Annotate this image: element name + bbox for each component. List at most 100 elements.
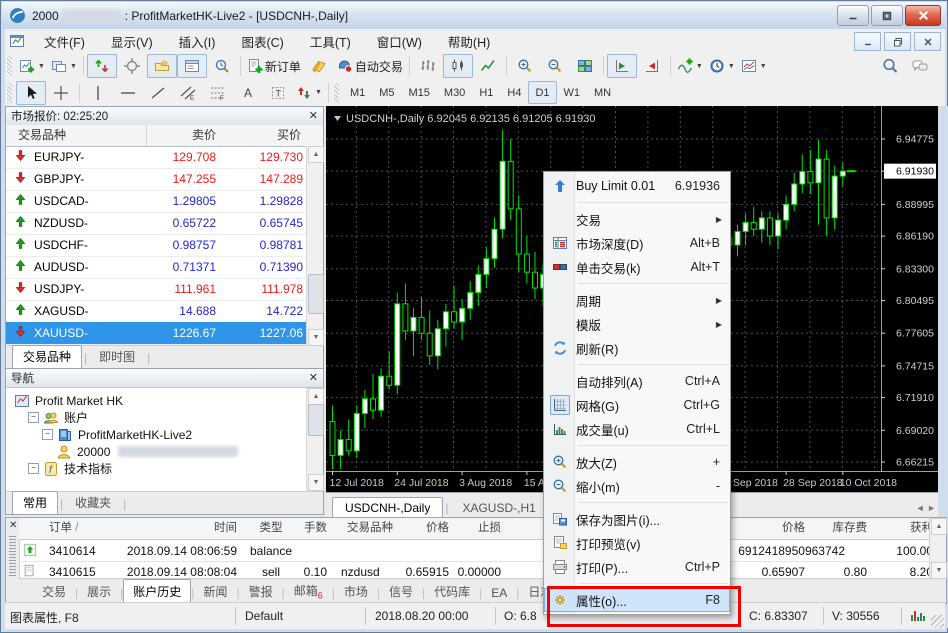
child-minimize-button[interactable] bbox=[854, 32, 881, 51]
terminal-tab-展示[interactable]: 展示 bbox=[78, 580, 120, 603]
market-watch-row-XAGUSD-[interactable]: XAGUSD- 14.688 14.722 bbox=[6, 300, 306, 323]
new-order-button[interactable]: 新订单 bbox=[244, 54, 304, 78]
menu-3[interactable]: 图表(C) bbox=[228, 28, 296, 55]
context-menu-item-14[interactable]: 放大(Z)+ bbox=[544, 450, 730, 474]
market-watch-row-AUDUSD-[interactable]: AUDUSD- 0.71371 0.71390 bbox=[6, 256, 306, 279]
zoom-in-button[interactable] bbox=[510, 54, 540, 78]
minimize-button[interactable] bbox=[837, 5, 869, 26]
candles-button[interactable] bbox=[443, 54, 473, 78]
period-button-H4[interactable]: H4 bbox=[500, 81, 528, 104]
arrows-button[interactable]: ▼ bbox=[293, 81, 325, 105]
autoscroll-button[interactable] bbox=[607, 54, 637, 78]
chat-button[interactable] bbox=[905, 54, 935, 78]
indicators-button[interactable]: ▼ bbox=[674, 54, 706, 78]
terminal-column-order[interactable]: 订单 / bbox=[49, 518, 109, 539]
nav-tree-item-1[interactable]: − 账户 bbox=[6, 409, 291, 426]
scroll-up-icon[interactable]: ▲ bbox=[308, 146, 324, 163]
context-menu-item-11[interactable]: 网格(G)Ctrl+G bbox=[544, 393, 730, 417]
scroll-up-icon[interactable]: ▲ bbox=[308, 388, 324, 405]
market-watch-button[interactable] bbox=[87, 54, 117, 78]
nav-tree-item-2[interactable]: − ProfitMarketHK-Live2 bbox=[6, 426, 291, 443]
terminal-tab-市场[interactable]: 市场 bbox=[335, 580, 377, 603]
terminal-tab-警报[interactable]: 警报 bbox=[240, 580, 282, 603]
collapse-icon[interactable]: − bbox=[28, 412, 39, 423]
terminal-tab-账户历史[interactable]: 账户历史 bbox=[123, 579, 191, 603]
cursor-button[interactable] bbox=[16, 81, 46, 105]
terminal-column-lots[interactable]: 手数 bbox=[293, 518, 327, 539]
terminal-tab-信号[interactable]: 信号 bbox=[380, 580, 422, 603]
child-restore-button[interactable] bbox=[884, 32, 911, 51]
market-watch-row-XAUUSD-[interactable]: XAUUSD- 1226.67 1227.06 bbox=[6, 322, 306, 345]
context-menu-item-19[interactable]: 打印(P)...Ctrl+P bbox=[544, 555, 730, 579]
period-button-W1[interactable]: W1 bbox=[557, 81, 588, 104]
market-watch-row-GBPJPY-[interactable]: GBPJPY- 147.255 147.289 bbox=[6, 168, 306, 191]
market-watch-row-NZDUSD-[interactable]: NZDUSD- 0.65722 0.65745 bbox=[6, 212, 306, 235]
context-menu-item-18[interactable]: 打印预览(v) bbox=[544, 531, 730, 555]
chart-tab-USDCNH-,Daily[interactable]: USDCNH-,Daily bbox=[332, 497, 443, 518]
new-chart-button[interactable]: ▼ bbox=[16, 54, 48, 78]
menu-1[interactable]: 显示(V) bbox=[98, 28, 166, 55]
navigator-button[interactable] bbox=[147, 54, 177, 78]
market-watch-row-USDJPY-[interactable]: USDJPY- 111.961 111.978 bbox=[6, 278, 306, 301]
terminal-column-sl[interactable]: 止损 bbox=[437, 518, 501, 539]
toolbar-grip[interactable] bbox=[334, 83, 339, 103]
label-button[interactable]: T bbox=[263, 81, 293, 105]
toolbar-grip[interactable] bbox=[7, 83, 12, 103]
nav-tree-item-0[interactable]: Profit Market HK bbox=[6, 392, 291, 409]
menu-5[interactable]: 窗口(W) bbox=[364, 28, 435, 55]
resize-grip[interactable] bbox=[931, 615, 944, 628]
zoom-out-button[interactable] bbox=[540, 54, 570, 78]
template-button[interactable]: ▼ bbox=[738, 54, 770, 78]
scroll-thumb[interactable] bbox=[308, 404, 324, 436]
market-watch-scrollbar[interactable]: ▲ ▼ bbox=[306, 146, 323, 346]
context-menu-item-3[interactable]: 市场深度(D)Alt+B bbox=[544, 231, 730, 255]
crosshair-button[interactable] bbox=[46, 81, 76, 105]
column-ask[interactable]: 买价 bbox=[211, 125, 301, 146]
market-watch-row-USDCHF-[interactable]: USDCHF- 0.98757 0.98781 bbox=[6, 234, 306, 257]
period-button-D1[interactable]: D1 bbox=[528, 81, 556, 104]
close-icon[interactable]: ✕ bbox=[309, 373, 318, 383]
nav-tree-item-4[interactable]: − f 技术指标 bbox=[6, 460, 291, 477]
menu-6[interactable]: 帮助(H) bbox=[435, 28, 503, 55]
column-symbol[interactable]: 交易品种 bbox=[18, 125, 66, 146]
nav-tree-item-3[interactable]: 20000 bbox=[6, 443, 291, 460]
context-menu-item-6[interactable]: 周期▶ bbox=[544, 288, 730, 312]
channel-button[interactable]: E bbox=[173, 81, 203, 105]
scroll-down-icon[interactable]: ▼ bbox=[308, 329, 324, 346]
context-menu-item-0[interactable]: Buy Limit 0.016.91936 bbox=[544, 174, 730, 198]
menu-4[interactable]: 工具(T) bbox=[297, 28, 364, 55]
terminal-column-profit[interactable]: 获利 bbox=[859, 518, 933, 539]
profiles-button[interactable]: ▼ bbox=[48, 54, 80, 78]
text-button[interactable]: A bbox=[233, 81, 263, 105]
tester-button[interactable] bbox=[207, 54, 237, 78]
metaeditor-button[interactable] bbox=[304, 54, 334, 78]
linechart-button[interactable] bbox=[473, 54, 503, 78]
restore-button[interactable] bbox=[871, 5, 903, 26]
navigator-tab-常用[interactable]: 常用 bbox=[12, 491, 58, 514]
tab-scroll-arrows[interactable]: ◄ ► bbox=[916, 503, 936, 518]
terminal-button[interactable] bbox=[177, 54, 207, 78]
trendline-button[interactable] bbox=[143, 81, 173, 105]
collapse-icon[interactable]: − bbox=[42, 429, 53, 440]
context-menu-item-17[interactable]: 保存为图片(i)... bbox=[544, 507, 730, 531]
terminal-tab-邮箱[interactable]: 邮箱6 bbox=[285, 579, 332, 603]
close-icon[interactable]: ✕ bbox=[309, 111, 318, 121]
period-button-MN[interactable]: MN bbox=[587, 81, 618, 104]
scroll-up-icon[interactable]: ▲ bbox=[931, 518, 947, 535]
context-menu-item-7[interactable]: 模版▶ bbox=[544, 312, 730, 336]
context-menu-item-12[interactable]: 成交量(u)Ctrl+L bbox=[544, 417, 730, 441]
context-menu-item-8[interactable]: 刷新(R) bbox=[544, 336, 730, 360]
terminal-column-time[interactable]: 时间 bbox=[115, 518, 237, 539]
shift-button[interactable] bbox=[637, 54, 667, 78]
scroll-down-icon[interactable]: ▼ bbox=[308, 474, 324, 491]
terminal-scrollbar[interactable]: ▲ ▼ bbox=[929, 518, 946, 579]
context-menu-item-10[interactable]: 自动排列(A)Ctrl+A bbox=[544, 369, 730, 393]
market-watch-row-USDCAD-[interactable]: USDCAD- 1.29805 1.29828 bbox=[6, 190, 306, 213]
terminal-row-3410614[interactable]: 3410614 2018.09.14 08:06:59 balance69124… bbox=[19, 540, 929, 562]
menu-2[interactable]: 插入(I) bbox=[166, 28, 229, 55]
data-window-button[interactable] bbox=[117, 54, 147, 78]
child-close-button[interactable] bbox=[914, 32, 941, 51]
autotrade-button[interactable]: 自动交易 bbox=[334, 54, 406, 78]
context-menu-item-15[interactable]: 缩小(m)- bbox=[544, 474, 730, 498]
scroll-down-icon[interactable]: ▼ bbox=[931, 562, 947, 579]
